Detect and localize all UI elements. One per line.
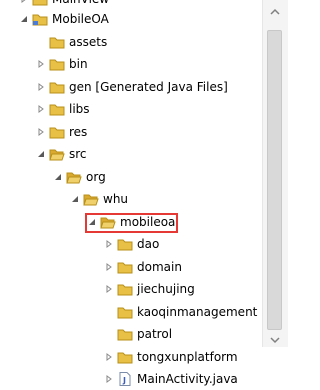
tree-item-label: src — [69, 147, 87, 161]
tree-item-mainactivity-java[interactable]: J MainActivity.java — [0, 368, 262, 390]
chevron-down-icon[interactable] — [69, 193, 81, 205]
tree-item-mobileoa[interactable]: mobileoa — [0, 211, 262, 233]
tree-item-whu[interactable]: whu — [0, 188, 262, 210]
tree-item-dao[interactable]: dao — [0, 233, 262, 255]
tree-item-src[interactable]: src — [0, 143, 262, 165]
tree-item-org[interactable]: org — [0, 166, 262, 188]
chevron-right-icon[interactable] — [35, 81, 47, 93]
tree-item-label: tongxunplatform — [137, 349, 238, 364]
tree-item-label: whu — [103, 192, 129, 206]
project-explorer-tree: MainView MobileOAassetsbingen [Generated… — [0, 0, 262, 386]
tree-item-label: bin — [69, 57, 88, 71]
tree-item-mobileoa[interactable]: MobileOA — [0, 8, 262, 30]
folder-icon — [117, 260, 133, 274]
twisty-placeholder — [35, 36, 47, 48]
project-icon — [32, 12, 48, 26]
chevron-right-icon[interactable] — [35, 103, 47, 115]
folder-icon — [117, 327, 133, 341]
scroll-down-icon[interactable] — [269, 334, 281, 344]
chevron-right-icon[interactable] — [103, 238, 115, 250]
chevron-right-icon[interactable] — [35, 58, 47, 70]
tree-item-gen[interactable]: gen [Generated Java Files] — [0, 76, 262, 98]
scroll-up-icon[interactable] — [269, 6, 281, 16]
selection-highlight-box — [85, 212, 178, 233]
chevron-right-icon[interactable] — [18, 0, 30, 5]
tree-item-label: assets — [69, 34, 108, 49]
folder-icon — [117, 350, 133, 364]
java-file-icon: J — [117, 372, 133, 386]
twisty-placeholder — [103, 328, 115, 340]
tree-item-patrol[interactable]: patrol — [0, 323, 262, 345]
folder-icon — [49, 102, 65, 116]
folder-icon — [117, 237, 133, 251]
chevron-right-icon[interactable] — [103, 351, 115, 363]
tree-item-label: MobileOA — [52, 12, 109, 26]
tree-item-res[interactable]: res — [0, 121, 262, 143]
folder-icon — [49, 80, 65, 94]
chevron-down-icon[interactable] — [18, 13, 30, 25]
vertical-scrollbar[interactable] — [262, 0, 288, 347]
tree-item-label: dao — [137, 237, 160, 251]
tree-item-label: gen [Generated Java Files] — [69, 79, 228, 94]
chevron-right-icon[interactable] — [35, 126, 47, 138]
folder-icon — [49, 35, 65, 49]
folder-open-icon — [49, 147, 65, 161]
twisty-placeholder — [103, 306, 115, 318]
tree-item-jiechujing[interactable]: jiechujing — [0, 278, 262, 300]
chevron-right-icon[interactable] — [103, 373, 115, 385]
tree-item-label: MainActivity.java — [137, 372, 238, 386]
tree-item-libs[interactable]: libs — [0, 98, 262, 120]
tree-item-label: libs — [69, 102, 90, 116]
tree-item-tongxunplatform[interactable]: tongxunplatform — [0, 346, 262, 368]
chevron-down-icon[interactable] — [35, 148, 47, 160]
folder-open-icon — [83, 192, 99, 206]
tree-item-label: kaoqinmanagement — [137, 304, 258, 319]
folder-icon — [117, 305, 133, 319]
tree-item-label: res — [69, 124, 88, 139]
folder-icon — [32, 0, 48, 6]
chevron-down-icon[interactable] — [52, 171, 64, 183]
tree-item-bin[interactable]: bin — [0, 53, 262, 75]
tree-item-label: patrol — [137, 327, 173, 341]
svg-text:J: J — [122, 376, 126, 385]
folder-icon — [49, 125, 65, 139]
tree-item-domain[interactable]: domain — [0, 256, 262, 278]
folder-open-icon — [66, 170, 82, 184]
tree-item-assets[interactable]: assets — [0, 31, 262, 53]
folder-icon — [117, 282, 133, 296]
chevron-right-icon[interactable] — [103, 261, 115, 273]
tree-item-label: org — [86, 169, 106, 184]
scrollbar-thumb[interactable] — [267, 30, 282, 330]
tree-item-label: domain — [137, 259, 182, 274]
tree-item-label: jiechujing — [137, 282, 195, 296]
folder-icon — [49, 57, 65, 71]
tree-item-kaoqinmanagement[interactable]: kaoqinmanagement — [0, 301, 262, 323]
chevron-right-icon[interactable] — [103, 283, 115, 295]
